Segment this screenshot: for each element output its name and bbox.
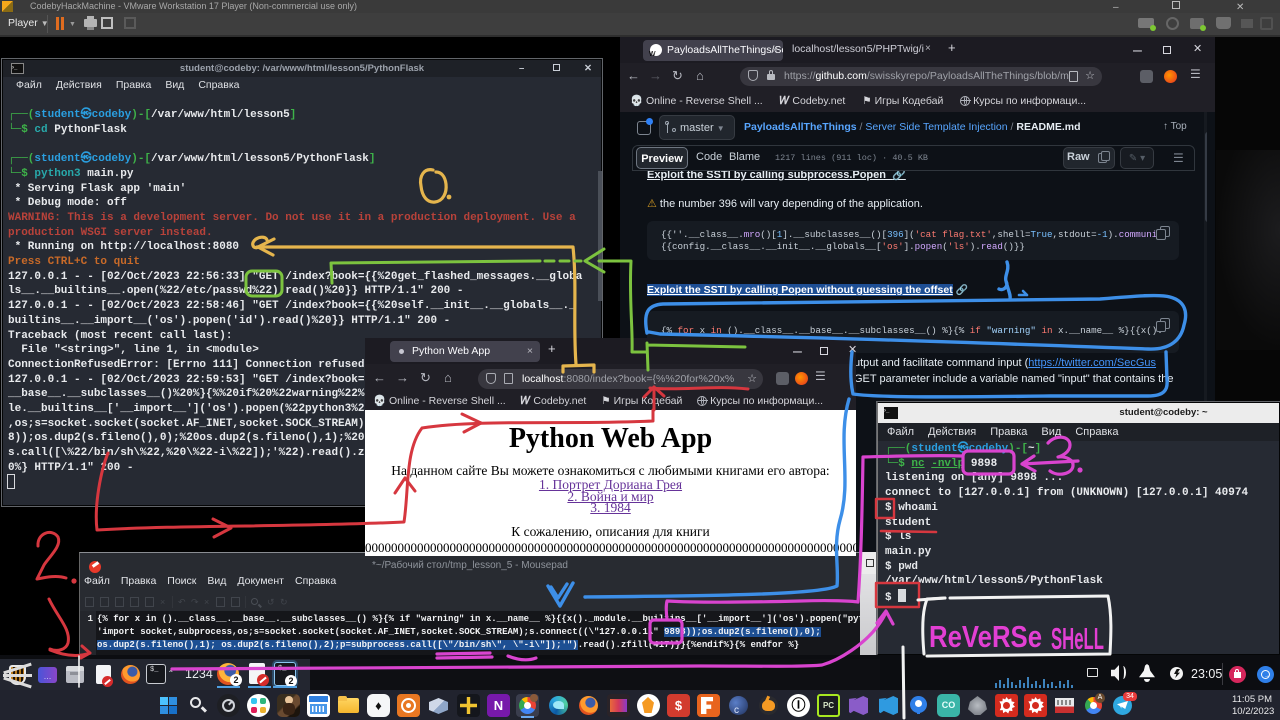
svg-text:SHeLL: SHeLL [1051, 621, 1104, 656]
svg-text:ReVeRSe: ReVeRSe [929, 619, 1042, 654]
